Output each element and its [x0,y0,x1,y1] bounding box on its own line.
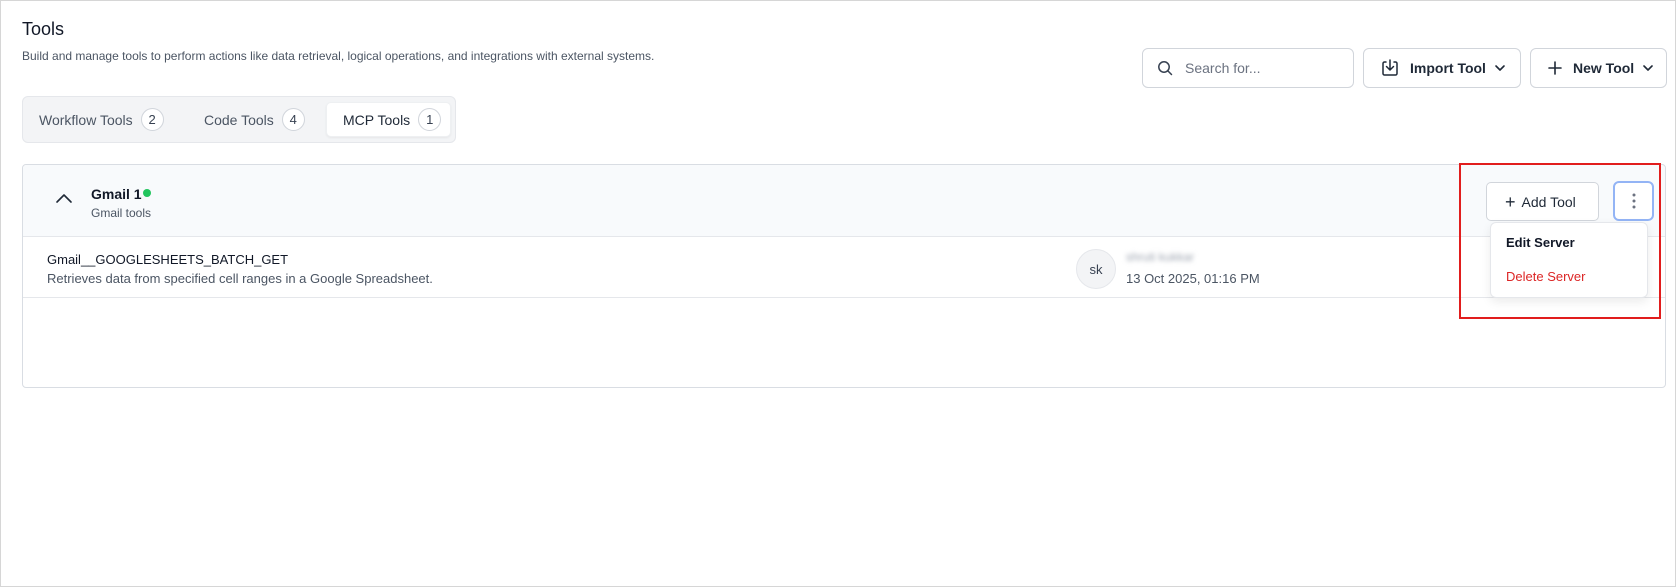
tool-name: Gmail__GOOGLESHEETS_BATCH_GET [47,252,289,267]
tool-type-tabs: Workflow Tools 2 Code Tools 4 MCP Tools … [22,96,456,143]
server-more-button[interactable] [1613,181,1654,221]
tab-workflow-tools[interactable]: Workflow Tools 2 [39,102,164,137]
tool-description: Retrieves data from specified cell range… [47,271,433,286]
server-header: Gmail 1 Gmail tools + Add Tool [23,165,1665,237]
avatar: sk [1076,249,1116,289]
add-tool-button[interactable]: + Add Tool [1486,182,1599,221]
download-tray-icon [1382,59,1398,76]
server-actions-menu: Edit Server Delete Server [1490,222,1648,298]
tab-mcp-tools[interactable]: MCP Tools 1 [326,102,451,137]
import-tool-label: Import Tool [1410,60,1486,76]
kebab-menu-icon [1632,193,1635,209]
tab-label: Code Tools [204,111,274,128]
server-description: Gmail tools [91,206,152,220]
page-title: Tools [22,19,65,39]
add-tool-label: Add Tool [1521,193,1576,210]
tab-count-badge: 4 [281,108,305,131]
plus-icon [1548,61,1562,75]
edit-server-menu-item[interactable]: Edit Server [1506,235,1575,250]
new-tool-button[interactable]: New Tool [1530,48,1667,88]
tab-count-badge: 2 [140,108,164,131]
tab-label: Workflow Tools [39,111,133,128]
import-tool-button[interactable]: Import Tool [1363,48,1521,88]
chevron-down-icon [1495,65,1505,71]
tool-row[interactable]: Gmail__GOOGLESHEETS_BATCH_GET Retrieves … [23,237,1665,298]
search-input[interactable] [1185,60,1345,76]
author-name: shruti kukkar [1126,250,1195,264]
delete-server-menu-item[interactable]: Delete Server [1506,269,1585,284]
plus-icon: + [1505,191,1516,212]
server-name: Gmail 1 [91,186,142,202]
new-tool-label: New Tool [1573,60,1635,76]
search-box[interactable] [1142,48,1354,88]
tab-code-tools[interactable]: Code Tools 4 [204,102,305,137]
chevron-down-icon [1643,65,1653,71]
chevron-up-icon[interactable] [55,192,73,204]
mcp-server-panel: Gmail 1 Gmail tools + Add Tool Gmail__GO… [22,164,1666,388]
tab-count-badge: 1 [418,108,442,131]
search-icon [1158,61,1173,76]
updated-date: 13 Oct 2025, 01:16 PM [1126,271,1260,286]
page-subtitle: Build and manage tools to perform action… [22,49,655,63]
tab-label: MCP Tools [343,111,411,128]
status-dot-icon [143,189,151,197]
